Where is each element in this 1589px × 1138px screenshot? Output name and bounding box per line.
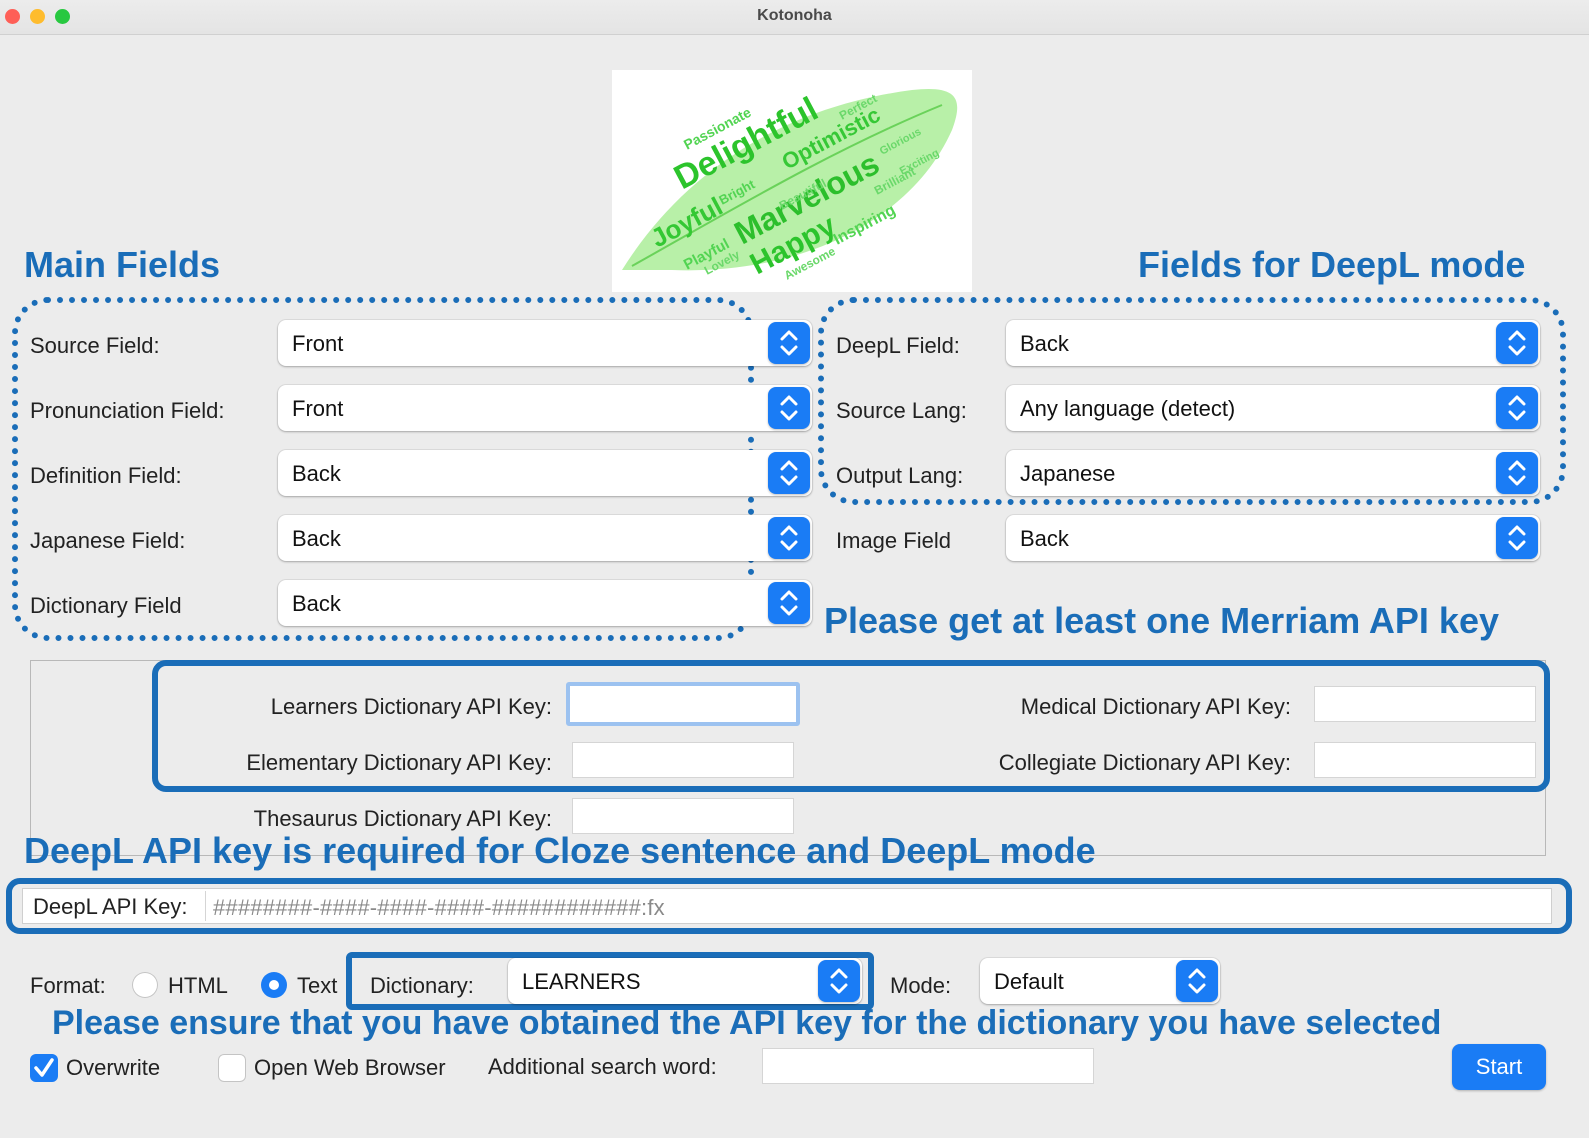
main-field-value-0: Front	[292, 331, 344, 356]
overwrite-label[interactable]: Overwrite	[66, 1055, 160, 1081]
main-field-select-2[interactable]: Back	[278, 450, 812, 496]
mode-stepper-icon[interactable]	[1176, 960, 1218, 1002]
stepper-arrows-icon[interactable]	[1496, 452, 1538, 494]
main-field-label-3: Japanese Field:	[30, 528, 186, 553]
medical-key-label: Medical Dictionary API Key:	[1020, 694, 1291, 719]
main-field-label-2: Definition Field:	[30, 463, 182, 488]
merriam-key-annotation: Please get at least one Merriam API key	[824, 600, 1499, 641]
stepper-arrows-icon[interactable]	[768, 322, 810, 364]
open-browser-checkbox[interactable]	[218, 1054, 246, 1082]
main-field-select-4[interactable]: Back	[278, 580, 812, 626]
main-field-label-0: Source Field:	[30, 333, 160, 358]
main-fields-annotation: Main Fields	[24, 244, 221, 285]
stepper-arrows-icon[interactable]	[1496, 387, 1538, 429]
deepl-key-annotation: DeepL API key is required for Cloze sent…	[24, 830, 1096, 871]
main-field-label-4: Dictionary Field	[30, 593, 182, 618]
deepl-field-value-2: Japanese	[1020, 461, 1116, 486]
deepl-key-label: DeepL API Key:	[33, 894, 188, 919]
dictionary-value: LEARNERS	[522, 969, 641, 994]
format-text-radio[interactable]	[261, 972, 287, 998]
ensure-key-annotation: Please ensure that you have obtained the…	[52, 1004, 1442, 1042]
thesaurus-key-label: Thesaurus Dictionary API Key:	[253, 806, 552, 831]
deepl-key-divider	[205, 891, 206, 921]
main-field-value-3: Back	[292, 526, 341, 551]
medical-key-input[interactable]	[1314, 686, 1536, 722]
start-button[interactable]: Start	[1452, 1044, 1546, 1090]
stepper-arrows-icon[interactable]	[768, 452, 810, 494]
deepl-field-value-0: Back	[1020, 331, 1069, 356]
deepl-field-label-2: Output Lang:	[836, 463, 964, 488]
deepl-field-select-0[interactable]: Back	[1006, 320, 1540, 366]
open-browser-label[interactable]: Open Web Browser	[254, 1055, 446, 1081]
elementary-key-input[interactable]	[572, 742, 794, 778]
checkmark-icon	[34, 1058, 54, 1077]
collegiate-key-input[interactable]	[1314, 742, 1536, 778]
main-field-value-2: Back	[292, 461, 341, 486]
main-field-label-1: Pronunciation Field:	[30, 398, 225, 423]
format-html-label[interactable]: HTML	[168, 973, 228, 999]
main-field-select-0[interactable]: Front	[278, 320, 812, 366]
deepl-fields-annotation: Fields for DeepL mode	[1138, 244, 1526, 285]
collegiate-key-label: Collegiate Dictionary API Key:	[998, 750, 1291, 775]
dictionary-select[interactable]: LEARNERS	[508, 958, 862, 1004]
deepl-field-value-1: Any language (detect)	[1020, 396, 1236, 421]
mode-value: Default	[994, 969, 1064, 994]
additional-search-input[interactable]	[762, 1048, 1094, 1084]
deepl-field-select-2[interactable]: Japanese	[1006, 450, 1540, 496]
elementary-key-label: Elementary Dictionary API Key:	[246, 750, 552, 775]
stepper-arrows-icon[interactable]	[1496, 517, 1538, 559]
thesaurus-key-input[interactable]	[572, 798, 794, 834]
stepper-arrows-icon[interactable]	[768, 387, 810, 429]
format-text-label[interactable]: Text	[297, 973, 337, 999]
main-field-select-3[interactable]: Back	[278, 515, 812, 561]
format-html-radio[interactable]	[132, 972, 158, 998]
deepl-field-select-3[interactable]: Back	[1006, 515, 1540, 561]
stepper-arrows-icon[interactable]	[768, 582, 810, 624]
stepper-arrows-icon[interactable]	[768, 517, 810, 559]
overwrite-checkbox[interactable]	[30, 1054, 58, 1082]
deepl-field-label-3: Image Field	[836, 528, 951, 553]
logo-image: Delightful Optimistic Marvelous Joyful H…	[612, 70, 972, 292]
leaf-word-cloud-icon: Delightful Optimistic Marvelous Joyful H…	[622, 88, 958, 283]
deepl-field-select-1[interactable]: Any language (detect)	[1006, 385, 1540, 431]
main-field-value-1: Front	[292, 396, 344, 421]
main-field-value-4: Back	[292, 591, 341, 616]
learners-key-input[interactable]	[566, 682, 800, 726]
dictionary-stepper-icon[interactable]	[818, 960, 860, 1002]
stepper-arrows-icon[interactable]	[1496, 322, 1538, 364]
deepl-field-label-0: DeepL Field:	[836, 333, 960, 358]
dictionary-label: Dictionary:	[370, 973, 474, 998]
format-label: Format:	[30, 973, 106, 998]
mode-select[interactable]: Default	[980, 958, 1220, 1004]
mode-label: Mode:	[890, 973, 952, 998]
additional-search-label: Additional search word:	[488, 1054, 717, 1079]
deepl-key-placeholder: ########-####-####-####-############:fx	[213, 895, 665, 920]
window-title: Kotonoha	[757, 7, 832, 24]
learners-key-label: Learners Dictionary API Key:	[270, 694, 552, 719]
main-field-select-1[interactable]: Front	[278, 385, 812, 431]
deepl-key-field[interactable]: DeepL API Key: ########-####-####-####-#…	[22, 888, 1552, 924]
deepl-field-value-3: Back	[1020, 526, 1069, 551]
deepl-field-label-1: Source Lang:	[836, 398, 967, 423]
